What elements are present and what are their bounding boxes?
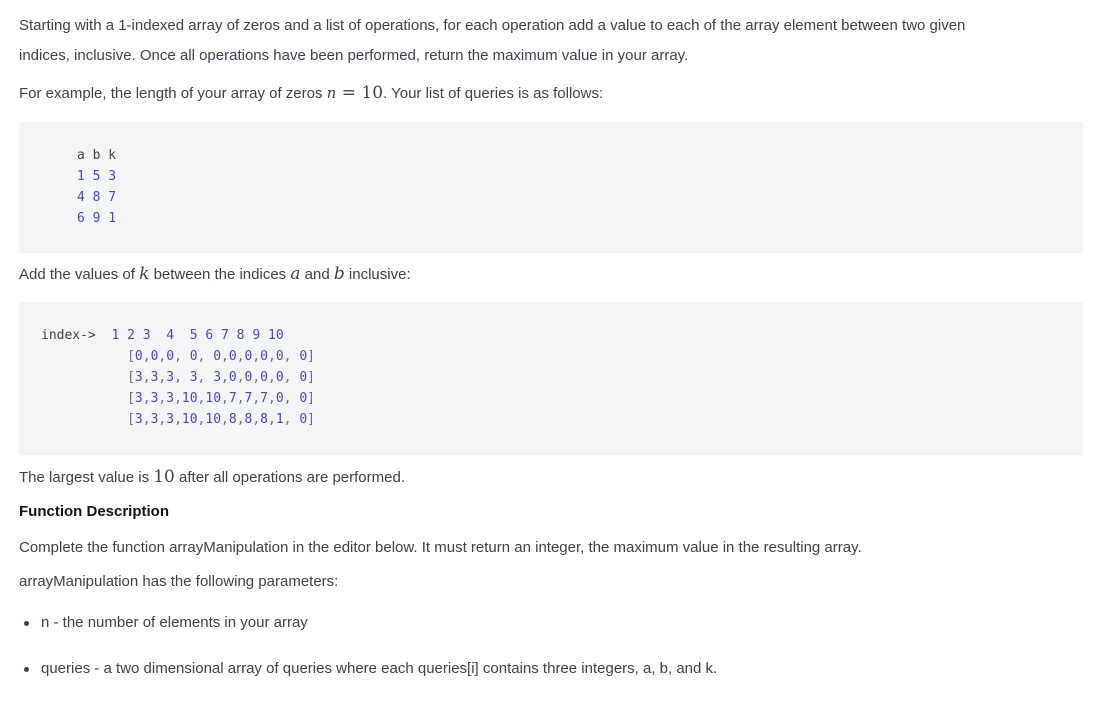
math-a: a [290,264,301,284]
largest-prefix: The largest value is [19,469,154,486]
largest-value-text: The largest value is 10 after all operat… [19,467,405,487]
query-row: 6 9 1 [77,211,117,226]
add-prefix: Add the values of [19,266,140,283]
math-value: 10 [361,83,384,103]
array-row: [0,0,0, 0, 0,0,0,0,0, 0] [127,349,315,364]
index-values: 1 2 3 4 5 6 7 8 9 10 [111,328,284,343]
intro-line-1: Starting with a 1-indexed array of zeros… [19,17,966,34]
add-and: and [300,266,334,283]
params-intro: arrayManipulation has the following para… [19,573,339,590]
add-suffix: inclusive: [344,266,411,283]
example-text: For example, the length of your array of… [19,83,603,103]
param-n: n - the number of elements in your array [41,614,308,631]
query-row: 4 8 7 [77,190,117,205]
example-suffix: . Your list of queries is as follows: [383,85,604,102]
bullet-icon [24,667,29,672]
bullet-icon [24,621,29,626]
query-row: 1 5 3 [77,169,117,184]
math-b: b [333,264,345,284]
math-n: n [326,84,337,102]
largest-value: 10 [153,467,175,487]
queries-header: a b k [77,148,117,163]
intro-line-2: indices, inclusive. Once all operations … [19,47,689,64]
queries-code-block: a b k 1 5 3 4 8 7 6 9 1 [19,122,1083,253]
array-row: [3,3,3, 3, 3,0,0,0,0, 0] [127,370,315,385]
add-values-text: Add the values of k between the indices … [19,264,411,284]
math-eq: = [336,83,362,103]
function-description-text: Complete the function arrayManipulation … [19,539,862,556]
function-description-heading: Function Description [19,503,169,520]
example-prefix: For example, the length of your array of… [19,85,327,102]
param-queries: queries - a two dimensional array of que… [41,660,718,677]
array-code-block: index-> 1 2 3 4 5 6 7 8 9 10 [0,0,0, 0, … [19,302,1083,455]
math-k: k [139,264,150,284]
array-row: [3,3,3,10,10,7,7,7,0, 0] [127,391,315,406]
largest-suffix: after all operations are performed. [174,469,405,486]
array-row: [3,3,3,10,10,8,8,8,1, 0] [127,412,315,427]
index-label: index-> [41,328,96,343]
add-mid: between the indices [149,266,291,283]
